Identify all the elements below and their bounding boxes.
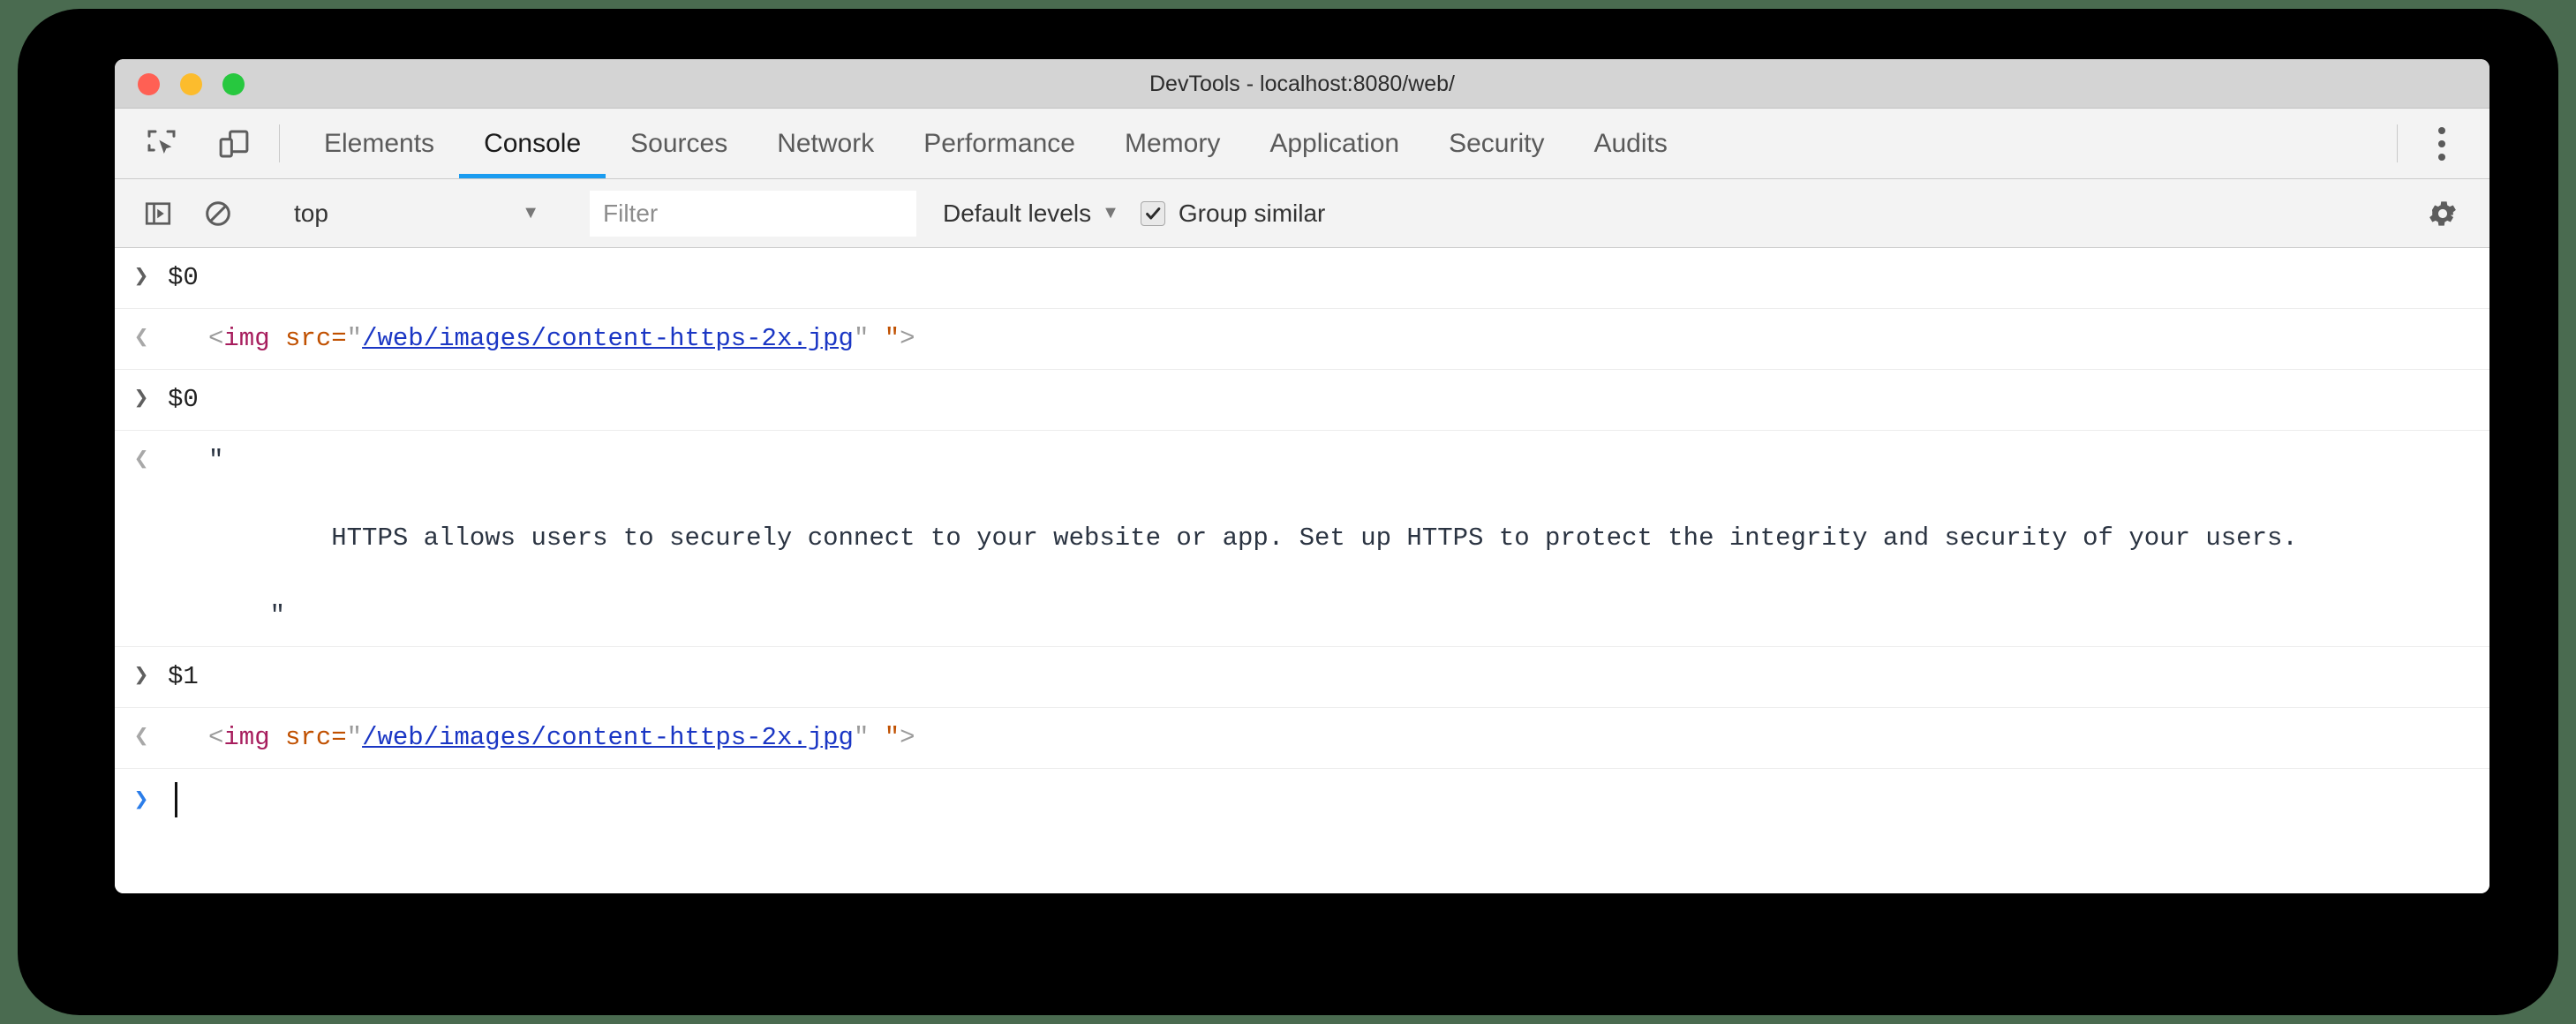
tab-label: Audits bbox=[1593, 128, 1668, 158]
filter-input[interactable] bbox=[603, 199, 903, 228]
console-message-output[interactable]: ❮ <img src="/web/images/content-https-2x… bbox=[115, 309, 2489, 370]
attribute-name: src= bbox=[285, 324, 347, 353]
tab-performance[interactable]: Performance bbox=[899, 109, 1100, 178]
console-prompt-input[interactable] bbox=[168, 781, 2489, 820]
close-bracket: > bbox=[900, 723, 915, 752]
console-message-html[interactable]: <img src="/web/images/content-https-2x.j… bbox=[168, 320, 2489, 358]
tab-label: Performance bbox=[923, 128, 1075, 158]
tab-sources[interactable]: Sources bbox=[606, 109, 752, 178]
gear-icon[interactable] bbox=[2419, 190, 2467, 237]
devtools-window: DevTools - localhost:8080/web/ Elements … bbox=[115, 59, 2489, 893]
tabbar-divider bbox=[2397, 124, 2398, 162]
console-prompt-row[interactable]: ❯ bbox=[115, 769, 2489, 832]
chevron-down-icon: ▼ bbox=[522, 203, 539, 222]
input-chevron-icon: ❯ bbox=[133, 663, 149, 690]
tab-network[interactable]: Network bbox=[752, 109, 899, 178]
tab-elements[interactable]: Elements bbox=[299, 109, 459, 178]
filter-input-wrapper[interactable] bbox=[590, 190, 916, 237]
tab-console[interactable]: Console bbox=[459, 109, 606, 178]
inspect-element-icon[interactable] bbox=[136, 118, 187, 169]
log-levels-select[interactable]: Default levels ▼ bbox=[929, 190, 1134, 237]
title-bar: DevTools - localhost:8080/web/ bbox=[115, 59, 2489, 109]
execution-context-select[interactable]: top ▼ bbox=[282, 190, 546, 237]
attribute-value-link[interactable]: /web/images/content-https-2x.jpg bbox=[362, 723, 854, 752]
text-cursor bbox=[175, 782, 177, 818]
toolbar-divider bbox=[279, 124, 280, 162]
console-message-output[interactable]: ❮ " HTTPS allows users to securely conne… bbox=[115, 431, 2489, 647]
tab-audits[interactable]: Audits bbox=[1569, 109, 1691, 178]
trailing-quote: " bbox=[884, 723, 900, 752]
tag-name: img bbox=[223, 324, 270, 353]
close-bracket: > bbox=[900, 324, 915, 353]
tab-label: Sources bbox=[630, 128, 728, 158]
console-message-input[interactable]: ❯ $0 bbox=[115, 248, 2489, 309]
close-quote: " bbox=[853, 324, 870, 353]
group-similar-checkbox[interactable] bbox=[1140, 200, 1165, 226]
open-bracket: < bbox=[208, 723, 224, 752]
tab-label: Application bbox=[1269, 128, 1400, 158]
console-message-input[interactable]: ❯ $0 bbox=[115, 370, 2489, 431]
input-chevron-icon: ❯ bbox=[133, 386, 149, 413]
chevron-down-icon: ▼ bbox=[1102, 203, 1119, 222]
clear-console-icon[interactable] bbox=[194, 190, 242, 237]
more-options-icon[interactable] bbox=[2417, 119, 2467, 169]
console-message-list[interactable]: ❯ $0 ❮ <img src="/web/images/content-htt… bbox=[115, 248, 2489, 893]
tab-list: Elements Console Sources Network Perform… bbox=[299, 109, 2377, 178]
tab-label: Security bbox=[1449, 128, 1545, 158]
attribute-name: src= bbox=[285, 723, 347, 752]
open-quote: " bbox=[346, 324, 363, 353]
device-toolbar-icon[interactable] bbox=[208, 118, 260, 169]
console-toolbar-right bbox=[2419, 190, 2489, 237]
tag-name: img bbox=[223, 723, 270, 752]
trailing-quote: " bbox=[884, 324, 900, 353]
output-chevron-icon: ❮ bbox=[133, 724, 149, 751]
device-frame: DevTools - localhost:8080/web/ Elements … bbox=[18, 9, 2558, 1015]
console-toolbar-left bbox=[115, 190, 242, 237]
prompt-chevron-icon: ❯ bbox=[133, 787, 149, 815]
console-message-text: $0 bbox=[168, 385, 199, 414]
console-message-output[interactable]: ❮ <img src="/web/images/content-https-2x… bbox=[115, 708, 2489, 769]
input-chevron-icon: ❯ bbox=[133, 264, 149, 291]
execution-context-value: top bbox=[294, 199, 328, 227]
window-title: DevTools - localhost:8080/web/ bbox=[1149, 72, 1456, 96]
attribute-value-link[interactable]: /web/images/content-https-2x.jpg bbox=[362, 324, 854, 353]
console-sidebar-icon[interactable] bbox=[134, 190, 182, 237]
tab-label: Elements bbox=[324, 128, 435, 158]
output-chevron-icon: ❮ bbox=[133, 447, 149, 474]
console-toolbar: top ▼ Default levels ▼ Group similar bbox=[115, 179, 2489, 248]
console-message-text: $0 bbox=[168, 263, 199, 292]
output-chevron-icon: ❮ bbox=[133, 325, 149, 352]
group-similar-label: Group similar bbox=[1178, 199, 1326, 227]
close-quote: " bbox=[853, 723, 870, 752]
console-message-input[interactable]: ❯ $1 bbox=[115, 647, 2489, 708]
group-similar-toggle[interactable]: Group similar bbox=[1134, 190, 1332, 237]
tab-label: Console bbox=[484, 128, 582, 158]
tab-application[interactable]: Application bbox=[1245, 109, 1424, 178]
tab-memory[interactable]: Memory bbox=[1100, 109, 1245, 178]
tab-strip-right bbox=[2417, 109, 2489, 178]
devtools-tab-strip: Elements Console Sources Network Perform… bbox=[115, 109, 2489, 179]
open-bracket: < bbox=[208, 324, 224, 353]
console-message-text: $1 bbox=[168, 662, 199, 691]
tab-label: Memory bbox=[1124, 128, 1221, 158]
tab-label: Network bbox=[777, 128, 875, 158]
console-message-html[interactable]: <img src="/web/images/content-https-2x.j… bbox=[168, 719, 2489, 757]
devtools-tool-icons bbox=[115, 109, 260, 178]
log-levels-label: Default levels bbox=[943, 199, 1092, 227]
console-message-string: " HTTPS allows users to securely connect… bbox=[208, 446, 2298, 630]
open-quote: " bbox=[346, 723, 363, 752]
tab-security[interactable]: Security bbox=[1424, 109, 1569, 178]
